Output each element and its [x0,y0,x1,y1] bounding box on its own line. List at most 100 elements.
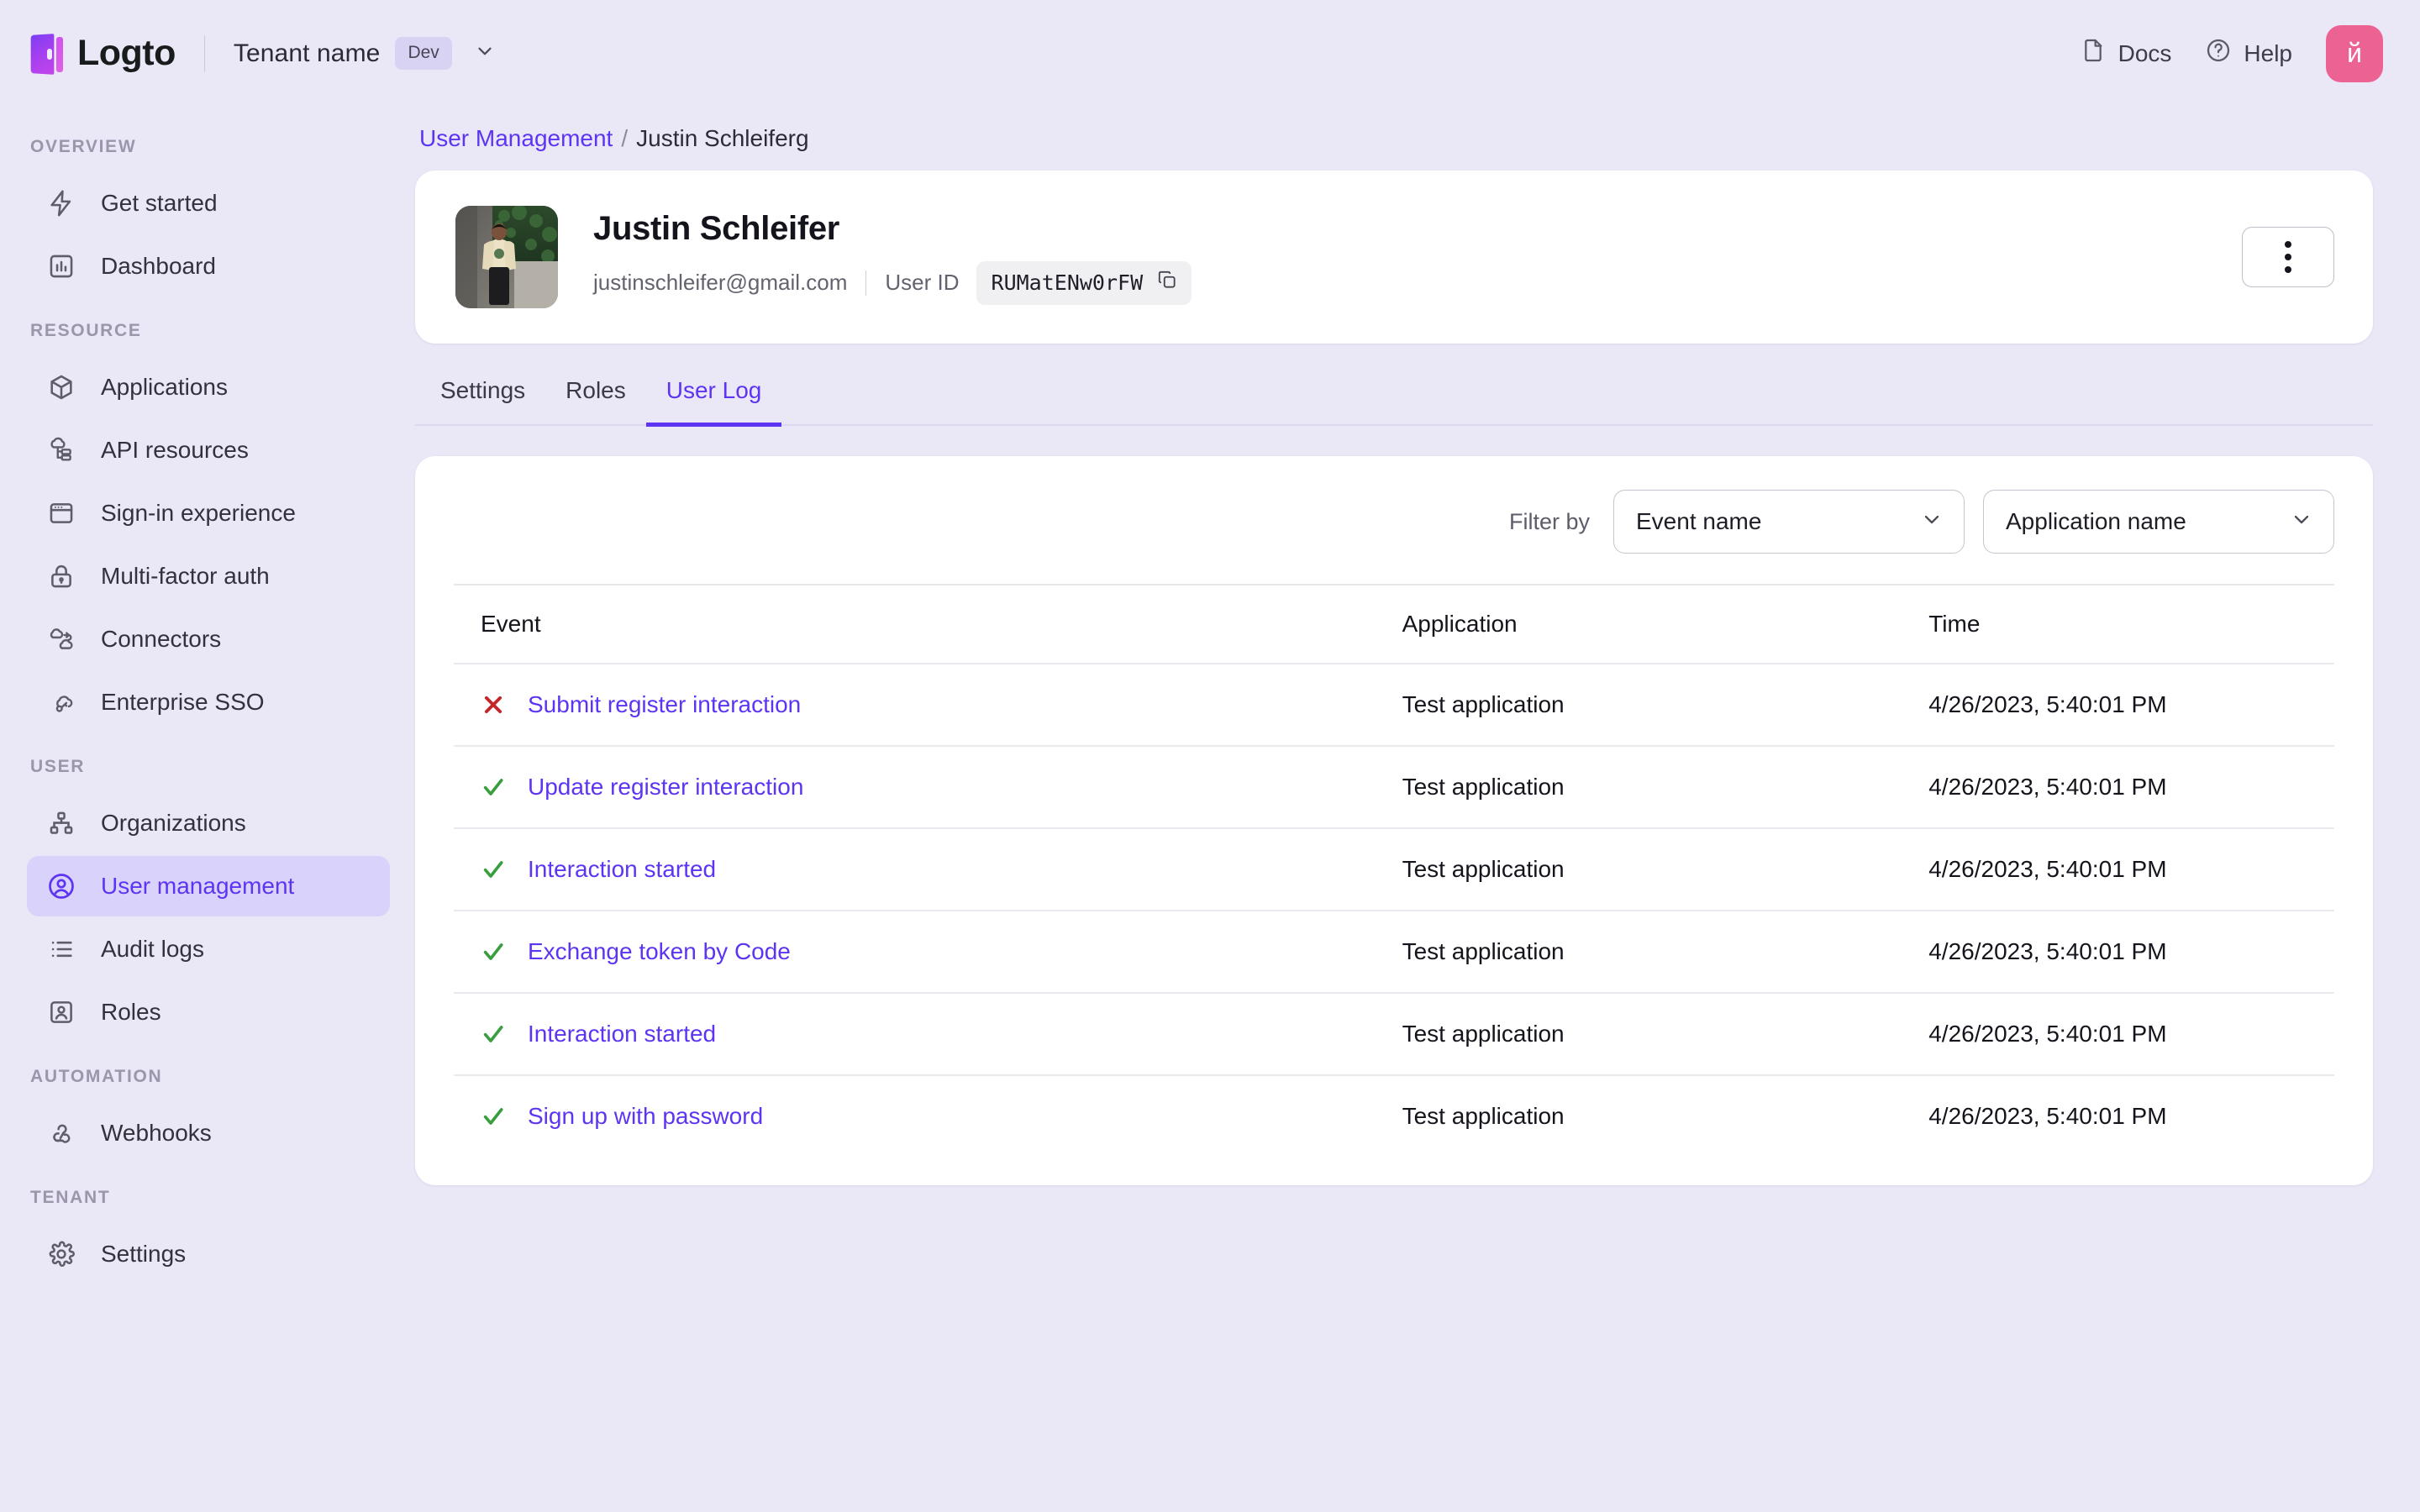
sidebar-item-label: Connectors [101,626,222,652]
cell-application: Test application [1375,827,1902,911]
help-label: Help [2244,39,2292,66]
sidebar-item-label: Settings [101,1241,187,1267]
cell-application: Test application [1375,663,1902,746]
cell-time: 4/26/2023, 5:40:01 PM [1902,827,2334,911]
table-row[interactable]: Sign up with password Test application 4… [454,1074,2334,1157]
event-link[interactable]: Submit register interaction [528,691,801,718]
bar-chart-icon [45,250,77,282]
sidebar-item-label: API resources [101,437,249,463]
cell-time: 4/26/2023, 5:40:01 PM [1902,992,2334,1075]
env-badge: Dev [395,37,452,70]
table-row[interactable]: Interaction started Test application 4/2… [454,992,2334,1075]
brand[interactable]: Logto [0,33,176,75]
sidebar-item-multi-factor-auth[interactable]: Multi-factor auth [27,546,390,606]
check-icon [481,1104,506,1129]
logto-logo-icon [30,33,66,75]
user-more-actions-button[interactable] [2242,227,2334,287]
x-cross-icon [481,692,506,717]
table-row[interactable]: Exchange token by Code Test application … [454,910,2334,993]
column-header-application[interactable]: Application [1375,584,1902,664]
cell-application: Test application [1375,1074,1902,1157]
table-row[interactable]: Update register interaction Test applica… [454,745,2334,828]
chevron-down-icon [2290,507,2313,537]
cell-time: 4/26/2023, 5:40:01 PM [1902,663,2334,746]
filter-bar: Filter by Event name Application name [415,456,2373,584]
breadcrumb: User Management / Justin Schleiferg [415,107,2420,152]
user-circle-icon [45,870,77,902]
user-id-label: User ID [885,270,960,295]
sidebar-item-applications[interactable]: Applications [27,357,390,417]
cube-icon [45,371,77,403]
sidebar-group-title: RESOURCE [30,321,142,340]
tenant-name: Tenant name [233,39,381,67]
sidebar-item-webhooks[interactable]: Webhooks [27,1103,390,1163]
sidebar-item-user-management[interactable]: User management [27,856,390,916]
header-actions: Docs Help й [2080,24,2420,82]
tenant-switcher[interactable]: Tenant name Dev [234,37,496,70]
header-divider [203,34,205,72]
tab-user-log[interactable]: User Log [645,362,782,427]
cloud-key-icon [45,686,77,718]
browser-window-icon [45,497,77,529]
cell-time: 4/26/2023, 5:40:01 PM [1902,1074,2334,1157]
api-cloud-icon [45,434,77,466]
event-link[interactable]: Exchange token by Code [528,938,791,965]
user-meta: Justin Schleifer justinschleifer@gmail.c… [593,210,1192,305]
application-name-select[interactable]: Application name [1983,490,2334,554]
user-name: Justin Schleifer [593,209,840,247]
sidebar-item-api-resources[interactable]: API resources [27,420,390,480]
webhook-icon [45,1117,77,1149]
cell-application: Test application [1375,910,1902,993]
chevron-down-icon [1920,507,1944,537]
breadcrumb-separator: / [621,125,629,151]
sidebar-item-roles[interactable]: Roles [27,982,390,1042]
tab-settings[interactable]: Settings [420,362,545,427]
cell-application: Test application [1375,745,1902,828]
docs-label: Docs [2118,39,2172,66]
user-email: justinschleifer@gmail.com [593,270,848,295]
bolt-icon [45,187,77,219]
table-row[interactable]: Submit register interaction Test applica… [454,663,2334,746]
sidebar-item-dashboard[interactable]: Dashboard [27,236,390,297]
sidebar-item-label: Applications [101,374,228,400]
sidebar-group-title: AUTOMATION [30,1067,163,1086]
check-icon [481,774,506,800]
event-link[interactable]: Interaction started [528,856,716,883]
sidebar-item-label: User management [101,873,295,899]
avatar[interactable]: й [2326,24,2383,82]
sidebar-item-enterprise-sso[interactable]: Enterprise SSO [27,672,390,732]
copy-icon[interactable] [1156,269,1178,297]
top-bar: Logto Tenant name Dev Docs Help й [0,0,2420,107]
user-subline: justinschleifer@gmail.com User ID RUMatE… [593,260,1192,305]
cell-time: 4/26/2023, 5:40:01 PM [1902,745,2334,828]
event-link[interactable]: Interaction started [528,1021,716,1047]
sidebar-item-settings[interactable]: Settings [27,1224,390,1284]
sidebar-item-label: Enterprise SSO [101,689,265,715]
event-link[interactable]: Update register interaction [528,774,803,801]
app-root: Logto Tenant name Dev Docs Help й OVERVI… [0,0,2420,1512]
chevron-down-icon [474,40,496,66]
table-row[interactable]: Interaction started Test application 4/2… [454,827,2334,911]
three-dots-vertical-icon [2285,241,2291,273]
table-header-row: Event Application Time [454,584,2334,664]
sidebar-item-get-started[interactable]: Get started [27,173,390,234]
cell-event: Submit register interaction [454,663,1376,746]
column-header-event[interactable]: Event [454,584,1376,664]
tab-roles[interactable]: Roles [545,362,646,427]
main-content: User Management / Justin Schleiferg Just… [415,107,2420,1512]
event-link[interactable]: Sign up with password [528,1103,763,1130]
column-header-time[interactable]: Time [1902,584,2334,664]
docs-link[interactable]: Docs [2080,37,2172,70]
sidebar-item-label: Webhooks [101,1120,212,1146]
breadcrumb-parent-link[interactable]: User Management [419,125,613,152]
sidebar-item-sign-in-experience[interactable]: Sign-in experience [27,483,390,543]
sidebar-item-connectors[interactable]: Connectors [27,609,390,669]
help-link[interactable]: Help [2205,37,2292,70]
event-name-select[interactable]: Event name [1613,490,1965,554]
subline-divider [865,270,867,296]
sidebar-item-organizations[interactable]: Organizations [27,793,390,853]
user-log-table: Event Application Time Submit register i… [454,584,2334,1157]
sidebar-item-audit-logs[interactable]: Audit logs [27,919,390,979]
logo-text: Logto [77,33,176,73]
user-id-chip[interactable]: RUMatENw0rFW [976,260,1192,305]
